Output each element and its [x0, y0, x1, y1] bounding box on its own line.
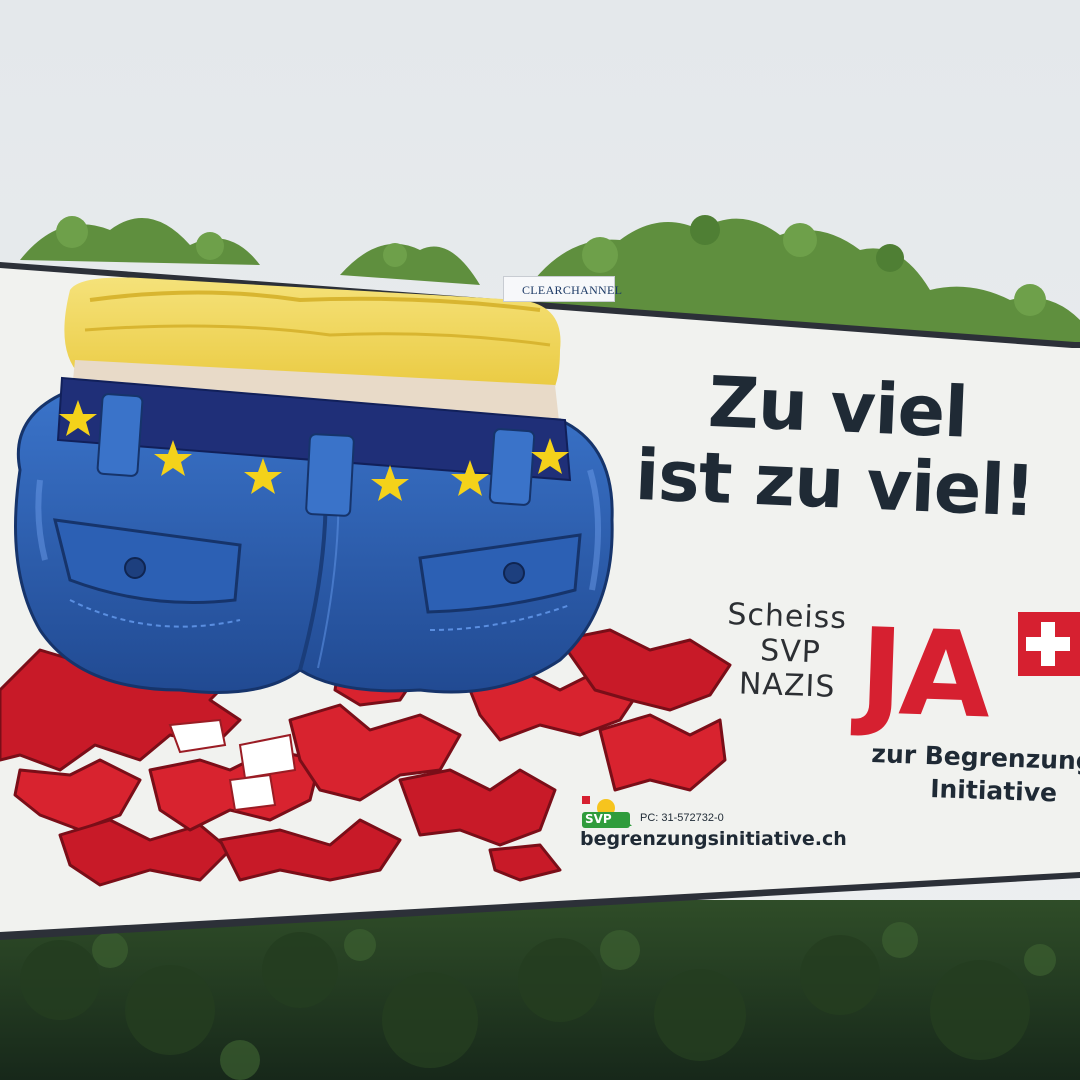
headline: Zu viel ist zu viel! [633, 361, 1080, 533]
initiative-subline: zur Begrenzung Initiative [870, 738, 1080, 810]
pocket-button-left [124, 557, 146, 579]
graffiti-line-3: NAZIS [738, 666, 836, 705]
graffiti-line-1: Scheiss [726, 597, 848, 637]
graffiti-line-2: SVP [759, 632, 822, 670]
vote-yes-word: JA [857, 602, 990, 745]
subline-1: zur Begrenzung [870, 738, 1080, 776]
website-url: begrenzungsinitiative.ch [580, 828, 847, 850]
party-logo-text: SVP [585, 812, 612, 826]
pocket-button-right [503, 562, 525, 584]
postal-account: PC: 31-572732-0 [640, 812, 724, 824]
swiss-cross-badge [1018, 612, 1080, 676]
graffiti: Scheiss SVP NAZIS [724, 597, 848, 706]
billboard-scene [0, 0, 1080, 1080]
operator-tag: CLEARCHANNEL [522, 283, 623, 297]
headline-line-2: ist zu viel! [633, 433, 1037, 533]
